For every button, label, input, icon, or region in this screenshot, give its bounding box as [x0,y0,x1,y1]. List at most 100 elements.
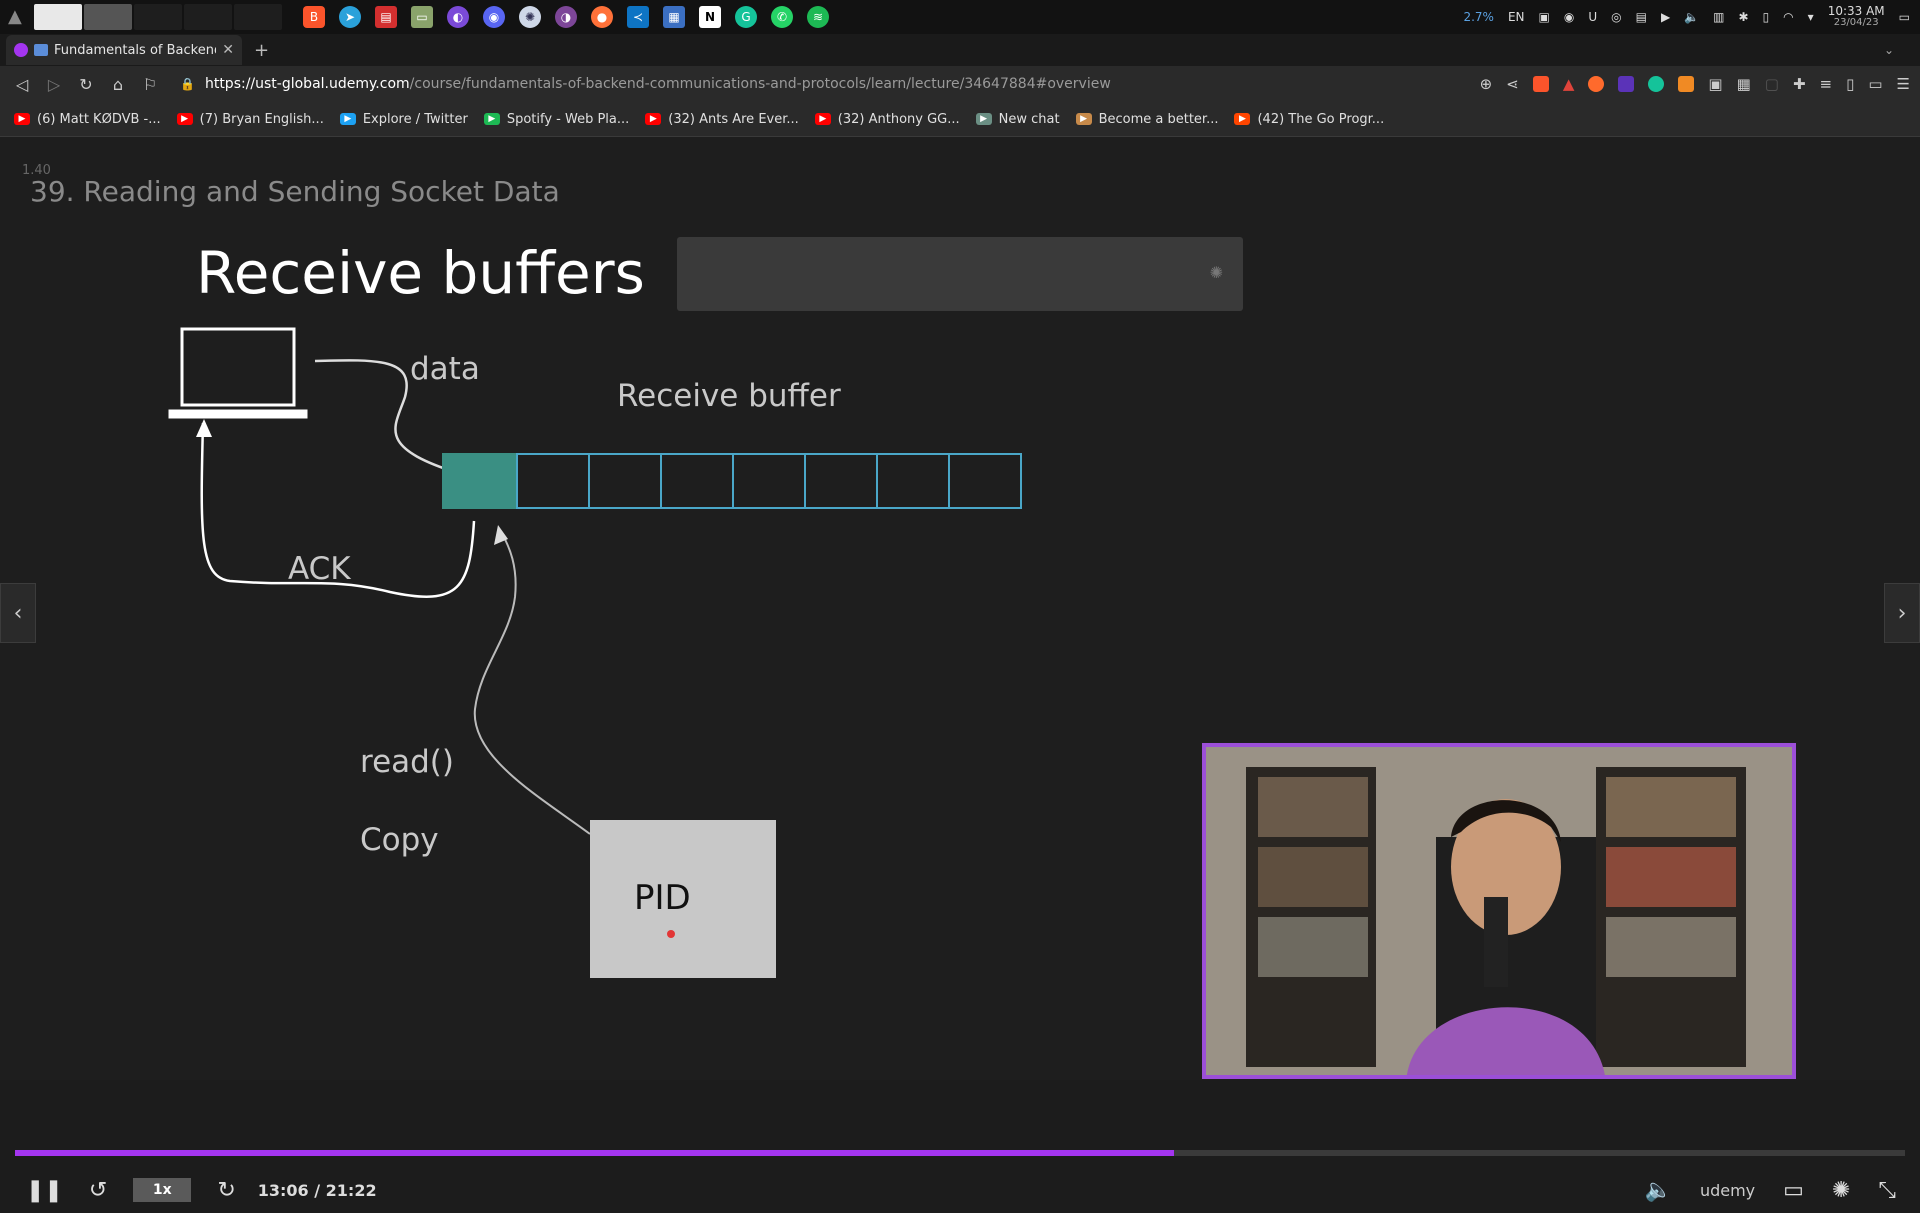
workspace-4[interactable] [184,4,232,30]
bluetooth-icon[interactable]: ✱ [1739,10,1749,24]
media-icon[interactable]: ◉ [1564,10,1574,24]
brave-rewards-icon[interactable]: ▲ [1563,75,1575,93]
home-icon[interactable]: ⌂ [102,75,134,94]
bookmark-item[interactable]: ▶ Spotify - Web Pla... [483,112,629,127]
clock[interactable]: 10:33 AM 23/04/23 [1828,5,1885,29]
reload-icon[interactable]: ↻ [70,75,102,94]
receive-buffer-cells [442,453,1022,509]
back-icon[interactable]: ◁ [6,75,38,94]
extension-2-icon[interactable] [1618,76,1635,92]
video-player[interactable]: 1.40 39. Reading and Sending Socket Data… [0,137,1920,1203]
pause-icon[interactable]: ❚❚ [26,1178,63,1203]
label-read: read() [360,744,454,780]
bookmark-item[interactable]: ▶ Explore / Twitter [339,112,468,127]
language-indicator[interactable]: EN [1508,10,1525,24]
clipboard-icon[interactable]: ▣ [1539,10,1550,24]
previous-lecture-button[interactable]: ‹ [0,583,36,643]
forward-skip-icon[interactable]: ↻ [217,1178,235,1203]
instructor-webcam [1202,743,1796,1079]
bookmark-item[interactable]: ▶ New chat [975,112,1060,127]
extension-3-icon[interactable] [1678,76,1695,92]
playlist-icon[interactable]: ≡ [1820,75,1833,93]
bookmark-item[interactable]: ▶ (42) The Go Progr... [1234,112,1384,127]
brave-app-icon[interactable]: B [303,6,325,28]
tab-list-chevron-icon[interactable]: ⌄ [1884,43,1894,57]
sync-icon[interactable]: ◎ [1611,10,1621,24]
sidebar-icon[interactable]: ▯ [1846,75,1854,93]
bookmark-item[interactable]: ▶ (32) Anthony GG... [814,112,960,127]
tray-expand-icon[interactable]: ▾ [1808,10,1814,24]
buffer-cell [662,453,734,509]
extensions-puzzle-icon[interactable]: ✚ [1793,75,1806,93]
vscode-app-icon[interactable]: ≺ [627,6,649,28]
close-tab-icon[interactable]: ✕ [222,42,234,58]
address-bar[interactable]: 🔒 https://ust-global.udemy.com/course/fu… [180,76,1111,92]
cpu-icon[interactable]: ▥ [1713,10,1724,24]
settings-app-icon[interactable]: ✺ [519,6,541,28]
volume-control-icon[interactable]: 🔈 [1645,1178,1672,1203]
lock-icon[interactable]: 🔒 [180,77,195,91]
zoom-icon[interactable]: ⊕ [1480,75,1493,93]
firefox-app-icon[interactable]: ● [591,6,613,28]
bookmark-item[interactable]: ▶ (7) Bryan English... [176,111,324,127]
video-progress-fill [15,1150,1174,1156]
share-icon[interactable]: ⋖ [1506,75,1519,93]
bookmark-item[interactable]: ▶ (32) Ants Are Ever... [645,112,799,127]
playback-speed-button[interactable]: 1x [133,1178,192,1202]
wallet-icon[interactable]: ▭ [1868,75,1882,93]
bookmark-favicon-icon: ▶ [1234,113,1251,125]
workspace-5[interactable] [234,4,282,30]
system-tray: 2.7% EN ▣ ◉ U ◎ ▤ ▶ 🔈 ▥ ✱ ▯ ◠ ▾ 10:33 AM… [1463,0,1910,34]
laptop-base [168,409,308,419]
bookmarks-bar: ▶ (6) Matt KØDVB -... ▶ (7) Bryan English..… [0,102,1920,137]
workspace-1[interactable] [34,4,82,30]
notion-app-icon[interactable]: N [699,6,721,28]
new-tab-button[interactable]: + [254,40,269,61]
whatsapp-app-icon[interactable]: ✆ [771,6,793,28]
workspace-2[interactable] [84,4,132,30]
battery-indicator[interactable]: 2.7% [1463,10,1494,24]
bookmark-label: (7) Bryan English... [199,111,324,127]
next-lecture-button[interactable]: › [1884,583,1920,643]
grammarly-extension-icon[interactable] [1648,76,1665,92]
read-arrow [473,529,591,835]
files-app-icon[interactable]: ▭ [411,6,433,28]
tab-udemy[interactable]: Fundamentals of Backend E ✕ [6,35,242,65]
discord-app-icon[interactable]: ◉ [483,6,505,28]
play-icon[interactable]: ▶ [1661,10,1670,24]
captions-icon[interactable]: ▭ [1783,1178,1804,1203]
window-icon[interactable]: ▤ [1636,10,1647,24]
workspace-3[interactable] [134,4,182,30]
grammarly-app-icon[interactable]: G [735,6,757,28]
extension-4-icon[interactable]: ▣ [1708,75,1722,93]
rewind-icon[interactable]: ↺ [89,1178,107,1203]
notifications-icon[interactable]: ▭ [1899,10,1910,24]
phone-icon[interactable]: ▯ [1763,10,1770,24]
extension-5-icon[interactable]: ▦ [1737,75,1751,93]
app-menu-icon[interactable]: ▲ [8,6,22,27]
magnet-icon[interactable]: U [1588,10,1597,24]
exit-fullscreen-icon[interactable]: ⤡ [1878,1178,1896,1203]
wifi-icon[interactable]: ◠ [1783,10,1793,24]
buffer-cell [516,453,590,509]
buffer-cell [806,453,878,509]
extension-1-icon[interactable] [1588,76,1605,92]
settings-icon[interactable]: ✺ [1832,1178,1850,1203]
tor-app-icon[interactable]: ◑ [555,6,577,28]
bookmark-icon[interactable]: ⚐ [134,75,166,94]
menu-icon[interactable]: ☰ [1897,75,1910,93]
brave-shields-icon[interactable] [1532,76,1549,92]
forward-icon[interactable]: ▷ [38,75,70,94]
spotify-app-icon[interactable]: ≋ [807,6,829,28]
telegram-app-icon[interactable]: ➤ [339,6,361,28]
pdf-app-icon[interactable]: ▤ [375,6,397,28]
tab-strip: Fundamentals of Backend E ✕ + ⌄ [0,34,1920,66]
extension-6-icon[interactable]: ▢ [1765,75,1779,93]
podcast-app-icon[interactable]: ◐ [447,6,469,28]
video-progress-bar[interactable] [15,1150,1905,1156]
bookmark-item[interactable]: ▶ Become a better... [1075,112,1218,127]
bookmark-label: (32) Ants Are Ever... [668,111,799,127]
bookmark-item[interactable]: ▶ (6) Matt KØDVB -... [14,112,161,127]
store-app-icon[interactable]: ▦ [663,6,685,28]
volume-icon[interactable]: 🔈 [1684,10,1699,24]
